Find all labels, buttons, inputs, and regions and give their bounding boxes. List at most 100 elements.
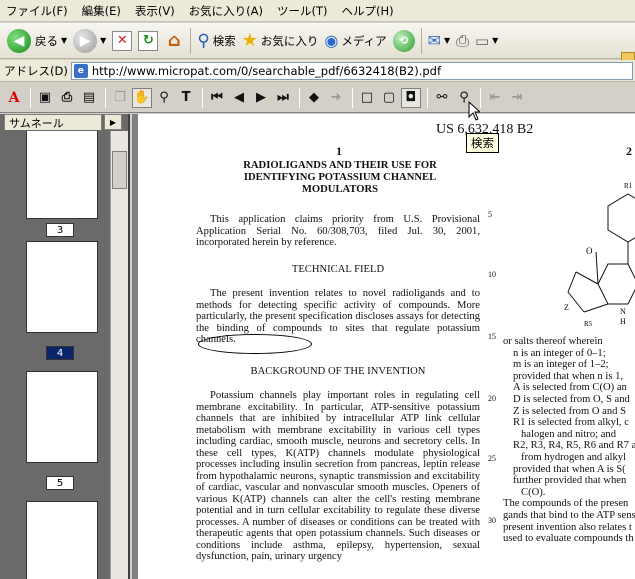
next-view-icon[interactable]: ⇥ (507, 88, 527, 108)
print-button[interactable]: ⎙ (453, 27, 472, 55)
pdf-toolbar: A ▣ ⎙ ▤ ❐ ✋ ⚲ T ⏮ ◀ ▶ ⏭ ◆ ➜ □ ▢ ◘ ⚯ ⚲ ⇤ … (0, 83, 635, 113)
pages-panel-icon[interactable]: ▤ (79, 88, 99, 108)
home-button[interactable]: ⌂ (161, 27, 187, 55)
mail-button[interactable]: ✉ ▼ (425, 27, 454, 55)
line-number: 15 (488, 332, 496, 341)
thumbnails-tab[interactable]: サムネール (4, 114, 102, 130)
print-icon[interactable]: ⎙ (57, 88, 77, 108)
atom-label: Z (564, 303, 569, 312)
menu-view[interactable]: 表示(V) (135, 3, 175, 19)
media-icon: ◉ (324, 31, 338, 50)
zoom-tool-icon[interactable]: ⚲ (154, 88, 174, 108)
thumbnail-label: 4 (46, 346, 74, 360)
text-line: further provided that when (503, 475, 635, 487)
go-forward-icon[interactable]: ➜ (326, 88, 346, 108)
background-paragraph: Potassium channels play important roles … (196, 390, 480, 563)
forward-button[interactable]: ▶ ▼ (70, 27, 109, 55)
thumbnail-page[interactable] (26, 131, 98, 219)
text-line: m is an integer of 1–2; (503, 359, 635, 371)
annotation-ellipse (198, 334, 312, 354)
thumbnail-list: 3 4 5 (0, 131, 110, 579)
star-icon: ★ (242, 30, 258, 51)
mouse-cursor-icon (468, 101, 480, 121)
copy-icon[interactable]: ❐ (110, 88, 130, 108)
browser-window: ファイル(F) 編集(E) 表示(V) お気に入り(A) ツール(T) ヘルプ(… (0, 0, 635, 579)
stop-icon: ✕ (112, 31, 132, 51)
thumbnail-page[interactable] (26, 371, 98, 463)
next-page-icon[interactable]: ▶ (251, 88, 271, 108)
column-number: 2 (626, 144, 632, 159)
text-line: n is an integer of 0–1; (503, 348, 635, 360)
toolbar-divider (190, 28, 191, 54)
page-icon: e (74, 64, 88, 78)
address-url[interactable]: http://www.micropat.com/0/searchable_pdf… (92, 64, 441, 78)
menu-help[interactable]: ヘルプ(H) (342, 3, 394, 19)
previous-view-icon[interactable]: ⇤ (485, 88, 505, 108)
text-select-icon[interactable]: T (176, 88, 196, 108)
save-icon[interactable]: ▣ (35, 88, 55, 108)
home-icon: ⌂ (164, 31, 184, 51)
back-button[interactable]: ◀ 戻る ▼ (4, 27, 70, 55)
search-label: 検索 (213, 33, 236, 49)
fit-width-icon[interactable]: ◘ (401, 88, 421, 108)
find-icon[interactable]: ⚯ (432, 88, 452, 108)
history-icon: ⟲ (393, 30, 415, 52)
search-icon: ⚲ (197, 31, 209, 51)
fit-page-icon[interactable]: ▢ (379, 88, 399, 108)
menu-favorites[interactable]: お気に入り(A) (189, 3, 263, 19)
go-back-icon[interactable]: ◆ (304, 88, 324, 108)
text-line: Z is selected from O and S (503, 406, 635, 418)
text-line: gands that bind to the ATP sens (503, 510, 635, 522)
stop-button[interactable]: ✕ (109, 27, 135, 55)
chevron-right-icon[interactable]: ▶ (104, 114, 122, 130)
first-page-icon[interactable]: ⏮ (207, 88, 227, 108)
edit-icon: ▭ (475, 32, 489, 50)
column-number: 1 (336, 144, 342, 159)
section-heading: TECHNICAL FIELD (196, 264, 480, 275)
hand-tool-icon[interactable]: ✋ (132, 88, 152, 108)
thumbnail-page[interactable] (26, 501, 98, 579)
toolbar-divider (427, 88, 428, 108)
chevron-down-icon[interactable]: ▼ (444, 36, 450, 45)
text-line: The compounds of the presen (503, 498, 635, 510)
menu-edit[interactable]: 編集(E) (82, 3, 121, 19)
menu-tools[interactable]: ツール(T) (277, 3, 328, 19)
atom-label: N (620, 307, 626, 316)
pdf-page: US 6,632,418 B2 1 2 RADIOLIGANDS AND THE… (138, 114, 635, 579)
refresh-button[interactable]: ↻ (135, 27, 161, 55)
print-icon: ⎙ (456, 31, 469, 51)
refresh-icon: ↻ (138, 31, 158, 51)
chevron-down-icon[interactable]: ▼ (100, 36, 106, 45)
line-number: 30 (488, 516, 496, 525)
thumbnail-label: 3 (46, 223, 74, 237)
toolbar-divider (202, 88, 203, 108)
text-line: from hydrogen and alkyl (503, 452, 635, 464)
document-view[interactable]: US 6,632,418 B2 1 2 RADIOLIGANDS AND THE… (132, 114, 635, 579)
text-line: R1 is selected from alkyl, c (503, 417, 635, 429)
acrobat-logo-icon[interactable]: A (4, 88, 24, 108)
address-label: アドレス(D) (4, 63, 68, 79)
text-line: used to evaluate compounds th (503, 533, 635, 545)
address-input[interactable]: e http://www.micropat.com/0/searchable_p… (71, 62, 633, 80)
menu-file[interactable]: ファイル(F) (6, 3, 68, 19)
text-line: present invention also relates t (503, 522, 635, 534)
thumbnail-page[interactable] (26, 241, 98, 333)
search-button[interactable]: ⚲ 検索 (194, 27, 238, 55)
title-line: IDENTIFYING POTASSIUM CHANNEL (226, 172, 454, 184)
media-button[interactable]: ◉ メディア (321, 27, 389, 55)
favorites-button[interactable]: ★ お気に入り (239, 27, 322, 55)
atom-label: O (586, 246, 593, 256)
edit-button[interactable]: ▭ ▼ (472, 27, 501, 55)
actual-size-icon[interactable]: □ (357, 88, 377, 108)
chevron-down-icon[interactable]: ▼ (61, 36, 67, 45)
address-bar: アドレス(D) e http://www.micropat.com/0/sear… (0, 60, 635, 82)
previous-page-icon[interactable]: ◀ (229, 88, 249, 108)
history-button[interactable]: ⟲ (390, 27, 418, 55)
chevron-down-icon[interactable]: ▼ (492, 36, 498, 45)
text-line: A is selected from C(O) an (503, 382, 635, 394)
line-number: 20 (488, 394, 496, 403)
last-page-icon[interactable]: ⏭ (273, 88, 293, 108)
thumbnail-scrollbar[interactable] (110, 131, 128, 579)
scrollbar-thumb[interactable] (112, 151, 127, 189)
toolbar-divider (299, 88, 300, 108)
